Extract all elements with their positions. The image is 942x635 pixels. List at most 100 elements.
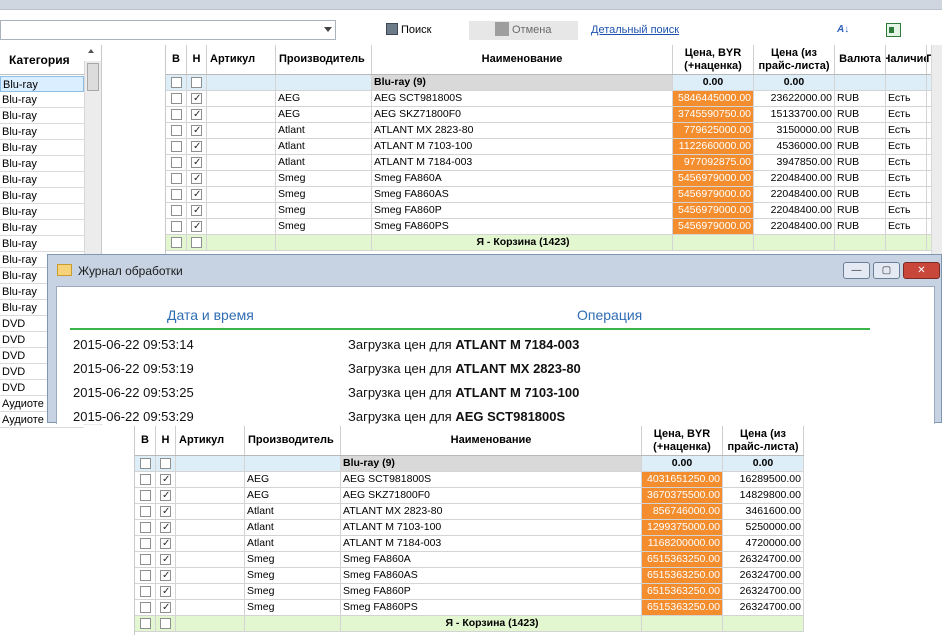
table-row[interactable]: AtlantATLANT M 7103-1001299375000.005250… — [135, 520, 804, 536]
detailed-search-link[interactable]: Детальный поиск — [591, 24, 679, 36]
table-row[interactable]: AtlantATLANT M 7103-1001122660000.004536… — [166, 139, 941, 155]
category-item[interactable]: Blu-ray — [0, 124, 84, 140]
checkbox[interactable] — [139, 586, 151, 597]
col-list-price-header[interactable]: Цена (из прайс-листа) — [754, 45, 835, 74]
category-item[interactable]: Blu-ray — [0, 92, 84, 108]
category-item[interactable]: Blu-ray — [0, 172, 84, 188]
category-item[interactable]: Blu-ray — [0, 236, 84, 252]
category-item[interactable]: Blu-ray — [0, 76, 84, 92]
table-row[interactable]: AtlantATLANT MX 2823-80779625000.0031500… — [166, 123, 941, 139]
table-row[interactable]: AEGAEG SKZ71800F03745590750.0015133700.0… — [166, 107, 941, 123]
checkbox[interactable] — [170, 205, 182, 216]
checkbox[interactable] — [139, 474, 151, 485]
col-manufacturer-header[interactable]: Производитель — [276, 45, 372, 74]
group-row[interactable]: Blu-ray (9) 0.00 0.00 — [135, 456, 804, 472]
table-row[interactable]: AtlantATLANT M 7184-003977092875.0039478… — [166, 155, 941, 171]
col-currency-header[interactable]: Валюта — [835, 45, 886, 74]
checkbox[interactable] — [191, 187, 202, 202]
checkbox[interactable] — [160, 618, 171, 629]
table-row[interactable]: AEGAEG SCT981800S4031651250.0016289500.0… — [135, 472, 804, 488]
sort-up-icon[interactable] — [88, 49, 94, 53]
checkbox[interactable] — [160, 600, 171, 615]
minimize-button[interactable]: — — [843, 262, 870, 279]
category-item[interactable]: Blu-ray — [0, 220, 84, 236]
table-row[interactable]: SmegSmeg FA860AS5456979000.0022048400.00… — [166, 187, 941, 203]
table-row[interactable]: SmegSmeg FA860AS6515363250.0026324700.00 — [135, 568, 804, 584]
group-row[interactable]: Blu-ray (9) 0.00 0.00 — [166, 75, 941, 91]
col-price-header[interactable]: Цена, BYR (+наценка) — [673, 45, 754, 74]
category-item[interactable]: Blu-ray — [0, 204, 84, 220]
cancel-button[interactable]: Отмена — [469, 21, 578, 40]
checkbox[interactable] — [170, 125, 182, 136]
checkbox[interactable] — [191, 123, 202, 138]
table-row[interactable]: SmegSmeg FA860P5456979000.0022048400.00R… — [166, 203, 941, 219]
checkbox[interactable] — [160, 472, 171, 487]
checkbox[interactable] — [139, 538, 151, 549]
table-row[interactable]: SmegSmeg FA860P6515363250.0026324700.00 — [135, 584, 804, 600]
checkbox[interactable] — [160, 520, 171, 535]
group-row[interactable]: Я - Корзина (1423) — [135, 616, 804, 632]
checkbox[interactable] — [191, 155, 202, 170]
checkbox[interactable] — [191, 77, 202, 88]
chevron-down-icon[interactable] — [324, 27, 332, 32]
category-item[interactable]: Blu-ray — [0, 188, 84, 204]
checkbox[interactable] — [160, 458, 171, 469]
checkbox[interactable] — [191, 107, 202, 122]
category-filter-combo[interactable] — [0, 20, 336, 40]
checkbox[interactable] — [170, 157, 182, 168]
checkbox[interactable] — [160, 552, 171, 567]
checkbox[interactable] — [170, 141, 182, 152]
table-row[interactable]: SmegSmeg FA860A6515363250.0026324700.00 — [135, 552, 804, 568]
checkbox[interactable] — [139, 490, 151, 501]
table-row[interactable]: AtlantATLANT M 7184-0031168200000.004720… — [135, 536, 804, 552]
col-v-header[interactable]: В — [135, 426, 156, 455]
category-header[interactable]: Категория — [0, 45, 84, 75]
checkbox[interactable] — [191, 219, 202, 234]
col-v-header[interactable]: В — [166, 45, 187, 74]
maximize-button[interactable]: ▢ — [873, 262, 900, 279]
checkbox[interactable] — [191, 139, 202, 154]
checkbox[interactable] — [170, 237, 182, 248]
col-name-header[interactable]: Наименование — [372, 45, 673, 74]
table-row[interactable]: SmegSmeg FA860PS6515363250.0026324700.00 — [135, 600, 804, 616]
checkbox[interactable] — [139, 522, 151, 533]
col-article-header[interactable]: Артикул — [176, 426, 245, 455]
checkbox[interactable] — [170, 77, 182, 88]
search-button[interactable]: Поиск — [386, 21, 431, 40]
checkbox[interactable] — [139, 506, 151, 517]
category-item[interactable]: Blu-ray — [0, 108, 84, 124]
checkbox[interactable] — [191, 203, 202, 218]
checkbox[interactable] — [160, 584, 171, 599]
group-row[interactable]: Я - Корзина (1423) — [166, 235, 941, 251]
table-row[interactable]: SmegSmeg FA860PS5456979000.0022048400.00… — [166, 219, 941, 235]
checkbox[interactable] — [191, 237, 202, 248]
grid-scrollbar[interactable] — [931, 45, 942, 255]
scrollbar-thumb[interactable] — [87, 63, 99, 91]
table-row[interactable]: AEGAEG SCT981800S5846445000.0023622000.0… — [166, 91, 941, 107]
col-name-header[interactable]: Наименование — [341, 426, 642, 455]
checkbox[interactable] — [191, 91, 202, 106]
sort-az-icon[interactable]: A↓ — [837, 22, 853, 38]
checkbox[interactable] — [139, 554, 151, 565]
close-button[interactable]: ✕ — [903, 262, 940, 279]
checkbox[interactable] — [139, 570, 151, 581]
checkbox[interactable] — [139, 602, 151, 613]
checkbox[interactable] — [170, 109, 182, 120]
col-price-header[interactable]: Цена, BYR (+наценка) — [642, 426, 723, 455]
checkbox[interactable] — [170, 93, 182, 104]
category-item[interactable]: Blu-ray — [0, 140, 84, 156]
col-n-header[interactable]: Н — [187, 45, 207, 74]
checkbox[interactable] — [170, 189, 182, 200]
checkbox[interactable] — [170, 173, 182, 184]
checkbox[interactable] — [139, 458, 151, 469]
checkbox[interactable] — [139, 618, 151, 629]
table-row[interactable]: AEGAEG SKZ71800F03670375500.0014829800.0… — [135, 488, 804, 504]
table-row[interactable]: AtlantATLANT MX 2823-80856746000.0034616… — [135, 504, 804, 520]
col-n-header[interactable]: Н — [156, 426, 176, 455]
checkbox[interactable] — [160, 504, 171, 519]
checkbox[interactable] — [170, 221, 182, 232]
checkbox[interactable] — [160, 536, 171, 551]
col-list-price-header[interactable]: Цена (из прайс-листа) — [723, 426, 804, 455]
checkbox[interactable] — [191, 171, 202, 186]
col-availability-header[interactable]: Наличие — [886, 45, 927, 74]
